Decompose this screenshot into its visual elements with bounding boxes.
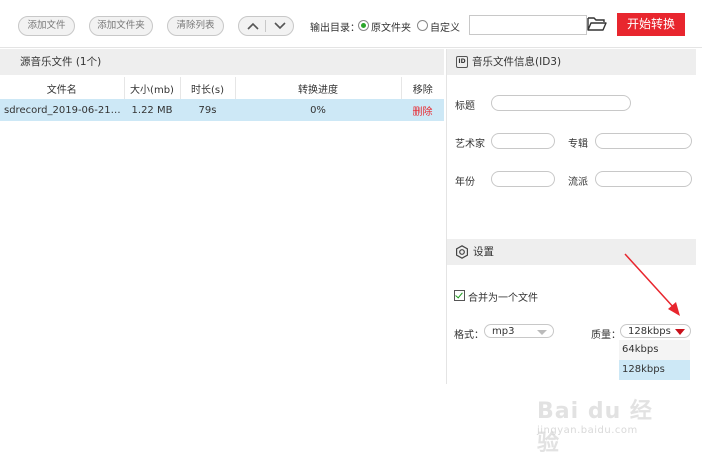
- file-progress-cell: 0%: [235, 99, 401, 121]
- toolbar: 添加文件 添加文件夹 清除列表 输出目录： 原文件夹 自定义 开始转换: [0, 0, 702, 48]
- title-input[interactable]: [491, 95, 631, 111]
- album-label: 专辑: [568, 139, 588, 150]
- output-path-input[interactable]: [469, 15, 587, 35]
- id3-icon: ID: [456, 56, 468, 68]
- format-value: mp3: [492, 326, 515, 337]
- quality-option-128kbps[interactable]: 128kbps: [619, 360, 690, 380]
- column-header-size[interactable]: 大小(mb): [124, 77, 181, 99]
- delete-link[interactable]: 删除: [401, 99, 444, 121]
- format-select[interactable]: mp3: [484, 324, 554, 338]
- folder-open-icon[interactable]: [586, 15, 608, 33]
- genre-label: 流派: [568, 177, 588, 188]
- quality-dropdown: 64kbps 128kbps: [619, 340, 690, 380]
- baidu-watermark: Bai du 经验 jingyan.baidu.com: [537, 393, 667, 456]
- move-buttons: [238, 16, 294, 36]
- radio-original-folder[interactable]: [358, 20, 369, 31]
- settings-title: 设置: [473, 246, 494, 258]
- column-header-filename[interactable]: 文件名: [0, 77, 125, 99]
- file-table: 文件名 大小(mb) 时长(s) 转换进度 移除 sdrecord_2019-0…: [0, 77, 444, 121]
- quality-label: 质量：: [591, 330, 621, 341]
- file-size-cell: 1.22 MB: [124, 99, 180, 121]
- id3-title: 音乐文件信息(ID3): [472, 56, 562, 68]
- year-input[interactable]: [491, 171, 555, 187]
- clear-list-button[interactable]: 清除列表: [167, 16, 224, 36]
- quality-option-64kbps[interactable]: 64kbps: [619, 340, 690, 360]
- album-input[interactable]: [595, 133, 692, 149]
- file-name-cell: sdrecord_2019-06-21-1...: [0, 99, 124, 121]
- quality-select[interactable]: 128kbps: [620, 324, 691, 338]
- gear-icon: [456, 245, 468, 259]
- chevron-down-icon: [537, 330, 547, 335]
- watermark-sub-text: jingyan.baidu.com: [537, 425, 638, 436]
- id3-header: ID 音乐文件信息(ID3): [447, 49, 696, 75]
- year-label: 年份: [455, 177, 475, 188]
- artist-label: 艺术家: [455, 139, 485, 150]
- chevron-down-icon[interactable]: [675, 329, 685, 335]
- move-up-icon[interactable]: [239, 17, 266, 35]
- column-header-remove: 移除: [412, 84, 433, 96]
- title-label: 标题: [455, 101, 475, 112]
- file-duration-cell: 79s: [180, 99, 235, 121]
- add-file-button[interactable]: 添加文件: [18, 16, 75, 36]
- output-dir-label: 输出目录：: [310, 23, 360, 34]
- format-label: 格式：: [454, 330, 484, 341]
- add-folder-button[interactable]: 添加文件夹: [89, 16, 153, 36]
- settings-header: 设置: [447, 239, 696, 265]
- radio-original-label: 原文件夹: [371, 23, 411, 34]
- column-header-progress[interactable]: 转换进度: [235, 77, 402, 99]
- artist-input[interactable]: [491, 133, 555, 149]
- merge-label: 合并为一个文件: [468, 293, 538, 304]
- table-row[interactable]: sdrecord_2019-06-21-1... 1.22 MB 79s 0% …: [0, 99, 444, 121]
- start-convert-button[interactable]: 开始转换: [617, 13, 685, 36]
- quality-value: 128kbps: [628, 326, 671, 337]
- file-list-header: 源音乐文件 (1个): [0, 49, 444, 75]
- column-header-duration[interactable]: 时长(s): [180, 77, 236, 99]
- radio-custom-label: 自定义: [430, 23, 460, 34]
- panel-divider: [446, 49, 447, 384]
- merge-checkbox[interactable]: [454, 290, 465, 301]
- genre-input[interactable]: [595, 171, 692, 187]
- move-down-icon[interactable]: [266, 17, 293, 35]
- radio-custom[interactable]: [417, 20, 428, 31]
